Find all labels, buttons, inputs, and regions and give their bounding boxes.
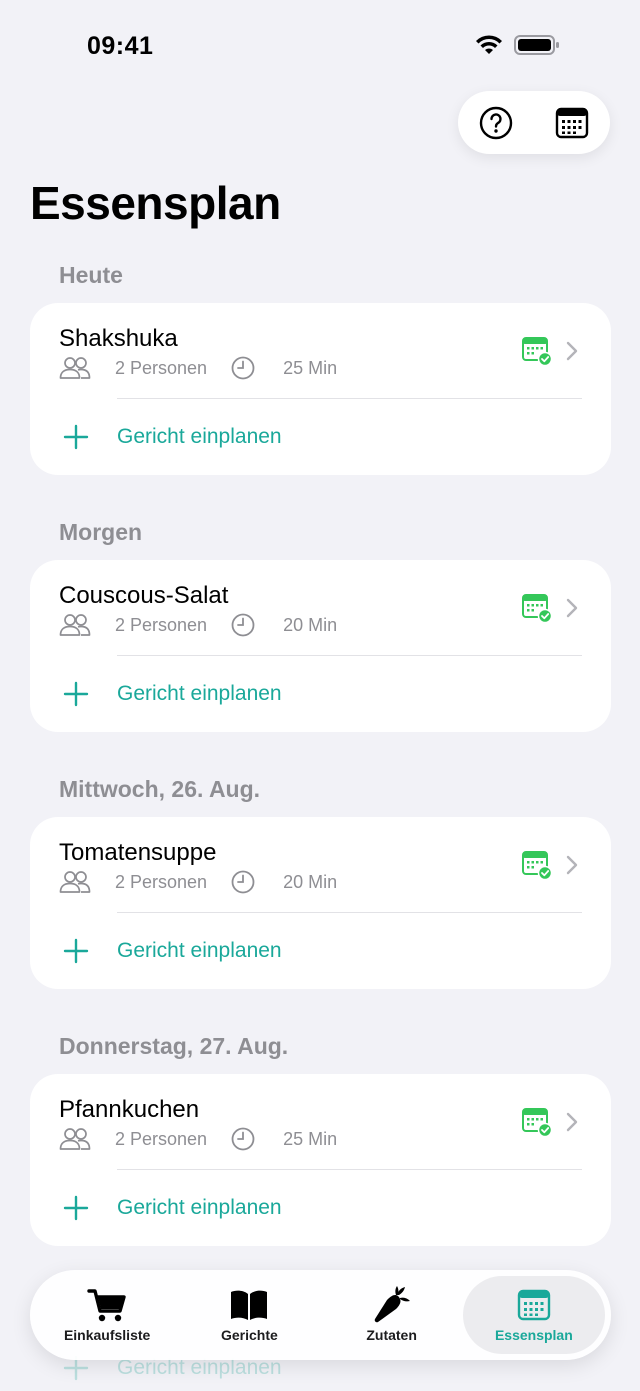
persons-count: 2 Personen <box>115 357 208 378</box>
battery-icon <box>514 35 559 55</box>
cook-duration: 20 Min <box>283 871 338 892</box>
add-dish-label: Gericht einplanen <box>117 1196 282 1219</box>
meal-name: Couscous-Salat <box>59 582 229 609</box>
meal-row[interactable]: Couscous-Salat 2 Personen 20 Min <box>30 560 611 656</box>
plus-icon <box>63 1195 89 1221</box>
people-icon <box>59 614 91 636</box>
meal-meta: 2 Personen 20 Min <box>59 613 337 637</box>
people-icon <box>59 1128 91 1150</box>
wifi-icon <box>476 35 502 54</box>
tab-label: Gerichte <box>220 1327 278 1343</box>
tab-label: Zutaten <box>366 1327 417 1343</box>
page-title: Essensplan <box>30 177 281 229</box>
add-dish-button[interactable]: Gericht einplanen <box>30 656 611 732</box>
day-card: Couscous-Salat 2 Personen 20 Min Gericht ei… <box>30 560 611 732</box>
plus-icon <box>63 938 89 964</box>
section-header: Donnerstag, 27. Aug. <box>59 1033 289 1059</box>
meal-name: Tomatensuppe <box>59 839 217 866</box>
clock-icon <box>231 870 255 894</box>
calendar-check-icon <box>522 1108 552 1137</box>
day-card: Shakshuka 2 Personen 25 Min Gericht einplan… <box>30 303 611 475</box>
cook-duration: 25 Min <box>283 1128 338 1149</box>
top-actions <box>458 91 610 154</box>
tab-gerichte[interactable]: Gerichte <box>178 1276 320 1354</box>
meal-row[interactable]: Shakshuka 2 Personen 25 Min <box>30 303 611 399</box>
chevron-right-icon <box>566 598 578 618</box>
tab-label: Einkaufsliste <box>63 1327 151 1343</box>
calendar-check-icon <box>522 594 552 623</box>
meal-row[interactable]: Pfannkuchen 2 Personen 25 Min <box>30 1074 611 1170</box>
day-card: Pfannkuchen 2 Personen 25 Min Gericht einpl… <box>30 1074 611 1246</box>
chevron-right-icon <box>566 1112 578 1132</box>
clock-icon <box>231 356 255 380</box>
add-dish-label: Gericht einplanen <box>117 682 282 705</box>
chevron-right-icon <box>566 855 578 875</box>
add-dish-button[interactable]: Gericht einplanen <box>30 399 611 475</box>
tab-label: Essensplan <box>494 1327 573 1343</box>
chevron-right-icon <box>566 341 578 361</box>
status-icons <box>474 34 560 56</box>
tab-bar: Einkaufsliste Gerichte Zutaten Essenspla… <box>30 1270 611 1360</box>
calendar-button[interactable] <box>554 105 590 141</box>
shopping-cart-icon <box>87 1289 126 1322</box>
calendar-check-icon <box>522 851 552 880</box>
people-icon <box>59 871 91 893</box>
persons-count: 2 Personen <box>115 614 208 635</box>
persons-count: 2 Personen <box>115 871 208 892</box>
status-time: 09:41 <box>87 32 154 60</box>
meal-meta: 2 Personen 25 Min <box>59 1127 337 1151</box>
calendar-icon <box>517 1289 551 1321</box>
add-dish-button[interactable]: Gericht einplanen <box>30 1170 611 1246</box>
section-header: Morgen <box>59 519 143 545</box>
calendar-check-icon <box>522 337 552 366</box>
status-bar: 09:41 <box>0 0 640 90</box>
tab-essensplan[interactable]: Essensplan <box>462 1276 605 1354</box>
add-dish-button[interactable]: Gericht einplanen <box>30 913 611 989</box>
cook-duration: 25 Min <box>283 357 338 378</box>
persons-count: 2 Personen <box>115 1128 208 1149</box>
calendar-icon <box>555 107 589 138</box>
meal-meta: 2 Personen 20 Min <box>59 870 337 894</box>
book-icon <box>231 1290 268 1320</box>
clock-icon <box>231 613 255 637</box>
carrot-icon <box>374 1286 410 1323</box>
section-header: Heute <box>59 262 123 288</box>
plus-icon <box>63 681 89 707</box>
clock-icon <box>231 1127 255 1151</box>
people-icon <box>59 357 91 379</box>
meal-meta: 2 Personen 25 Min <box>59 356 337 380</box>
add-dish-label: Gericht einplanen <box>117 425 282 448</box>
day-card: Tomatensuppe 2 Personen 20 Min Gericht einp… <box>30 817 611 989</box>
section-header: Mittwoch, 26. Aug. <box>59 776 261 802</box>
cook-duration: 20 Min <box>283 614 338 635</box>
plus-icon <box>63 424 89 450</box>
meal-name: Shakshuka <box>59 325 178 352</box>
help-button[interactable] <box>478 105 514 141</box>
meal-name: Pfannkuchen <box>59 1096 200 1123</box>
tab-einkaufsliste[interactable]: Einkaufsliste <box>36 1276 178 1354</box>
add-dish-label: Gericht einplanen <box>117 939 282 962</box>
meal-row[interactable]: Tomatensuppe 2 Personen 20 Min <box>30 817 611 913</box>
tab-zutaten[interactable]: Zutaten <box>321 1276 463 1354</box>
question-circle-icon <box>479 106 513 139</box>
